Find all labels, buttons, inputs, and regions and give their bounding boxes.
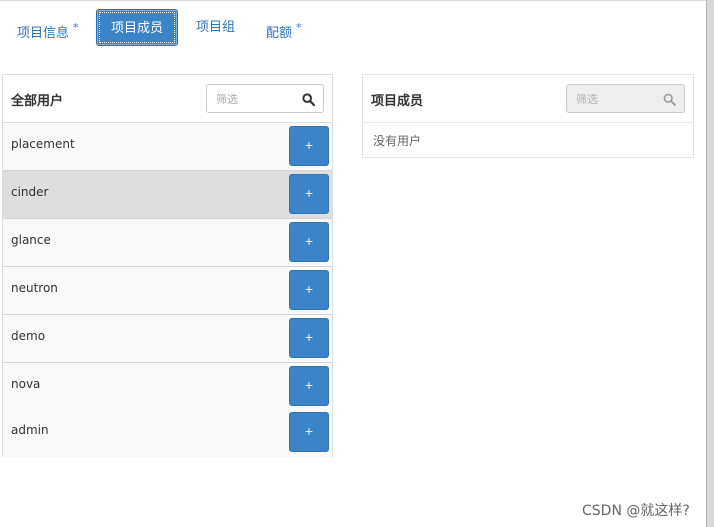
project-members-panel: 项目成员 筛选 没有用户 — [362, 74, 694, 158]
tab-project-groups-label: 项目组 — [196, 20, 236, 35]
user-row-cinder: cinder + — [3, 171, 332, 219]
no-users-message: 没有用户 — [373, 134, 422, 148]
tab-project-info[interactable]: 项目信息 * — [17, 9, 79, 46]
search-icon — [302, 93, 315, 106]
all-users-title: 全部用户 — [11, 94, 64, 109]
user-row-admin: admin + — [3, 409, 332, 457]
project-members-header: 项目成员 筛选 — [363, 75, 693, 123]
window-top-border — [0, 0, 706, 1]
tab-quota[interactable]: 配额 * — [266, 9, 302, 46]
filter-placeholder: 筛选 — [216, 93, 238, 106]
watermark: CSDN @就这样? — [582, 503, 690, 519]
add-user-button[interactable]: + — [289, 318, 329, 358]
project-members-title: 项目成员 — [371, 94, 424, 109]
window-scrollbar-edge — [706, 0, 714, 527]
user-name: cinder — [11, 185, 49, 199]
all-users-panel: 全部用户 筛选 placement + cinder + glance + ne… — [2, 74, 333, 457]
add-user-button[interactable]: + — [289, 366, 329, 406]
tab-project-members-label: 项目成员 — [110, 21, 163, 36]
tab-project-info-label: 项目信息 — [17, 26, 70, 41]
user-row-placement: placement + — [3, 123, 332, 171]
project-members-filter-input[interactable]: 筛选 — [566, 84, 685, 113]
add-user-button[interactable]: + — [289, 222, 329, 262]
all-users-header: 全部用户 筛选 — [3, 75, 332, 123]
user-name: nova — [11, 377, 41, 391]
tab-project-members[interactable]: 项目成员 — [96, 9, 178, 46]
add-user-button[interactable]: + — [289, 174, 329, 214]
all-users-filter-input[interactable]: 筛选 — [206, 84, 324, 113]
user-name: demo — [11, 329, 46, 343]
required-marker: * — [73, 21, 79, 34]
user-name: neutron — [11, 281, 58, 295]
add-user-button[interactable]: + — [289, 270, 329, 310]
user-name: admin — [11, 423, 49, 437]
search-icon — [663, 93, 676, 106]
filter-placeholder: 筛选 — [576, 93, 598, 106]
user-row-glance: glance + — [3, 219, 332, 267]
tab-project-groups[interactable]: 项目组 — [196, 9, 235, 46]
user-row-demo: demo + — [3, 315, 332, 363]
user-name: glance — [11, 233, 51, 247]
required-marker: * — [296, 21, 302, 34]
add-user-button[interactable]: + — [289, 126, 329, 166]
user-row-neutron: neutron + — [3, 267, 332, 315]
add-user-button[interactable]: + — [289, 412, 329, 452]
user-row-nova: nova + — [3, 363, 332, 411]
tab-quota-label: 配额 — [266, 26, 293, 41]
user-name: placement — [11, 137, 75, 151]
